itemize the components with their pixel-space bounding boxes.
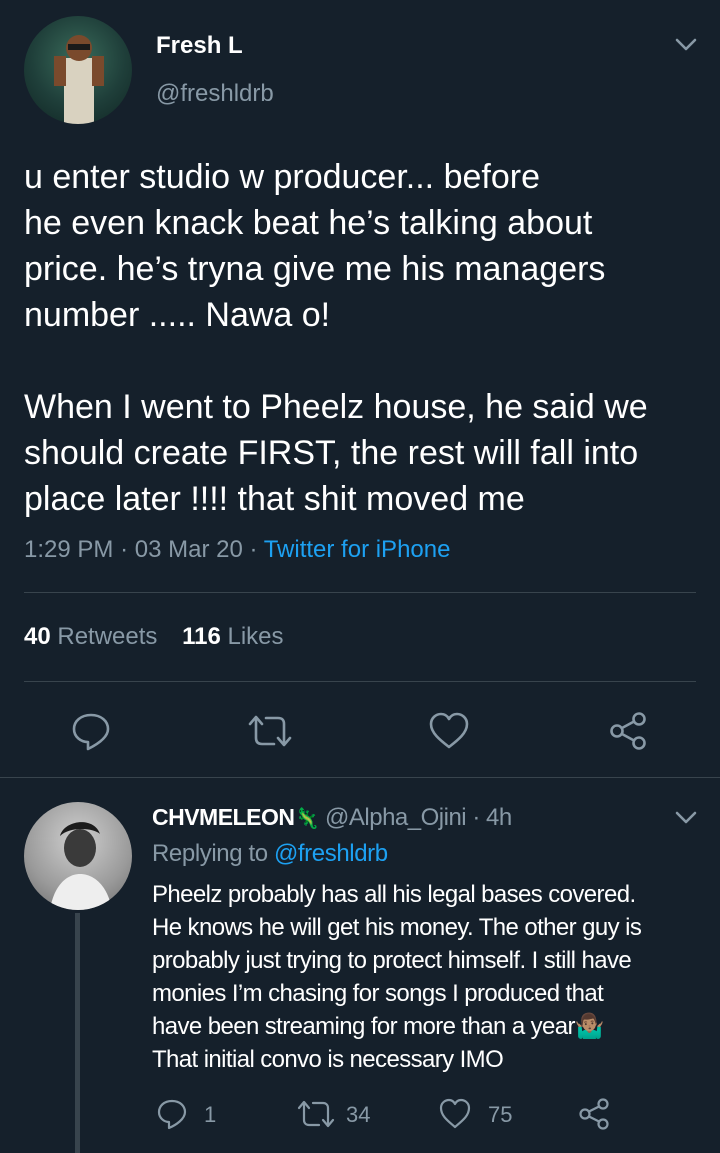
author-avatar[interactable] — [24, 16, 132, 124]
reply-line: He knows he will get his money. The othe… — [152, 914, 642, 941]
meta-separator: · — [249, 536, 264, 563]
reply-author-emoji: 🦎 — [294, 808, 319, 830]
tweet-source-link[interactable]: Twitter for iPhone — [264, 536, 451, 563]
reply-line: monies I’m chasing for songs I produced … — [152, 980, 604, 1007]
author-handle[interactable]: @freshldrb — [156, 80, 274, 108]
reply-count: 1 — [204, 1102, 217, 1127]
tweet-time: 1:29 PM — [24, 536, 114, 563]
reply-retweet-button[interactable]: 34 — [296, 1098, 386, 1130]
meta-separator: · — [472, 804, 480, 831]
chevron-down-icon — [675, 38, 697, 51]
replying-to-label: Replying to — [152, 840, 268, 867]
retweets-label: Retweets — [57, 623, 158, 650]
reply-author-handle[interactable]: @Alpha_Ojini — [325, 804, 467, 831]
reply-text: Pheelz probably has all his legal bases … — [152, 878, 712, 1076]
divider — [24, 681, 696, 682]
share-button[interactable] — [608, 711, 650, 751]
likes-label: Likes — [227, 623, 284, 650]
share-icon — [610, 712, 646, 750]
chevron-down-icon — [675, 811, 697, 824]
tweet-line: should create FIRST, the rest will fall … — [24, 434, 639, 472]
reply-line: Pheelz probably has all his legal bases … — [152, 881, 636, 908]
retweet-icon — [297, 1100, 335, 1128]
reply-age: 4h — [485, 804, 512, 831]
retweets-count: 40 — [24, 623, 51, 650]
reply-button[interactable] — [70, 710, 112, 752]
author-name[interactable]: Fresh L — [156, 32, 243, 60]
tweet-text: u enter studio w producer... before he e… — [24, 154, 704, 522]
tweet-meta: 1:29 PM · 03 Mar 20 · Twitter for iPhone — [24, 536, 450, 564]
tweet-stats: 40 Retweets 116 Likes — [24, 623, 284, 651]
replying-to-handle[interactable]: @freshldrb — [274, 840, 388, 867]
reply-author-avatar[interactable] — [24, 802, 132, 910]
like-button[interactable] — [428, 712, 470, 750]
like-icon — [429, 712, 469, 749]
tweet-line: price. he’s tryna give me his managers — [24, 250, 606, 288]
reply-line: That initial convo is necessary IMO — [152, 1046, 504, 1073]
divider — [24, 592, 696, 593]
retweet-icon — [248, 715, 292, 747]
reply-header: CHVMELEON🦎 @Alpha_Ojini · 4h — [152, 804, 512, 832]
tweet-menu-button[interactable] — [672, 34, 700, 56]
reply-line: have been streaming for more than a year… — [152, 1013, 605, 1040]
tweet-line: he even knack beat he’s talking about — [24, 204, 593, 242]
avatar-figure — [54, 35, 104, 124]
likes-stat[interactable]: 116 Likes — [182, 623, 283, 650]
reply-line: probably just trying to protect himself.… — [152, 947, 632, 974]
replying-to: Replying to @freshldrb — [152, 840, 388, 868]
reply-menu-button[interactable] — [672, 807, 700, 829]
tweet-line: place later !!!! that shit moved me — [24, 480, 525, 518]
tweet-line: When I went to Pheelz house, he said we — [24, 388, 648, 426]
reply-thread-line — [75, 913, 80, 1153]
divider — [0, 777, 720, 778]
tweet-line: number ..... Nawa o! — [24, 296, 331, 334]
share-icon — [579, 1098, 609, 1130]
reply-icon — [157, 1099, 187, 1130]
reply-author-name[interactable]: CHVMELEON — [152, 804, 295, 830]
meta-separator: · — [120, 536, 135, 563]
tweet-line: u enter studio w producer... before — [24, 158, 540, 196]
retweets-stat[interactable]: 40 Retweets — [24, 623, 164, 650]
reply-like-button[interactable]: 75 — [438, 1098, 528, 1130]
reply-share-button[interactable] — [578, 1098, 612, 1130]
tweet-date: 03 Mar 20 — [134, 536, 243, 563]
reply-retweet-count: 34 — [346, 1102, 371, 1127]
retweet-button[interactable] — [246, 712, 294, 750]
tweet-line — [24, 338, 704, 384]
reply-like-count: 75 — [488, 1102, 513, 1127]
reply-avatar-figure — [50, 822, 112, 910]
likes-count: 116 — [182, 623, 221, 650]
reply-reply-button[interactable]: 1 — [156, 1098, 236, 1130]
reply-icon — [72, 713, 110, 751]
like-icon — [439, 1098, 471, 1129]
